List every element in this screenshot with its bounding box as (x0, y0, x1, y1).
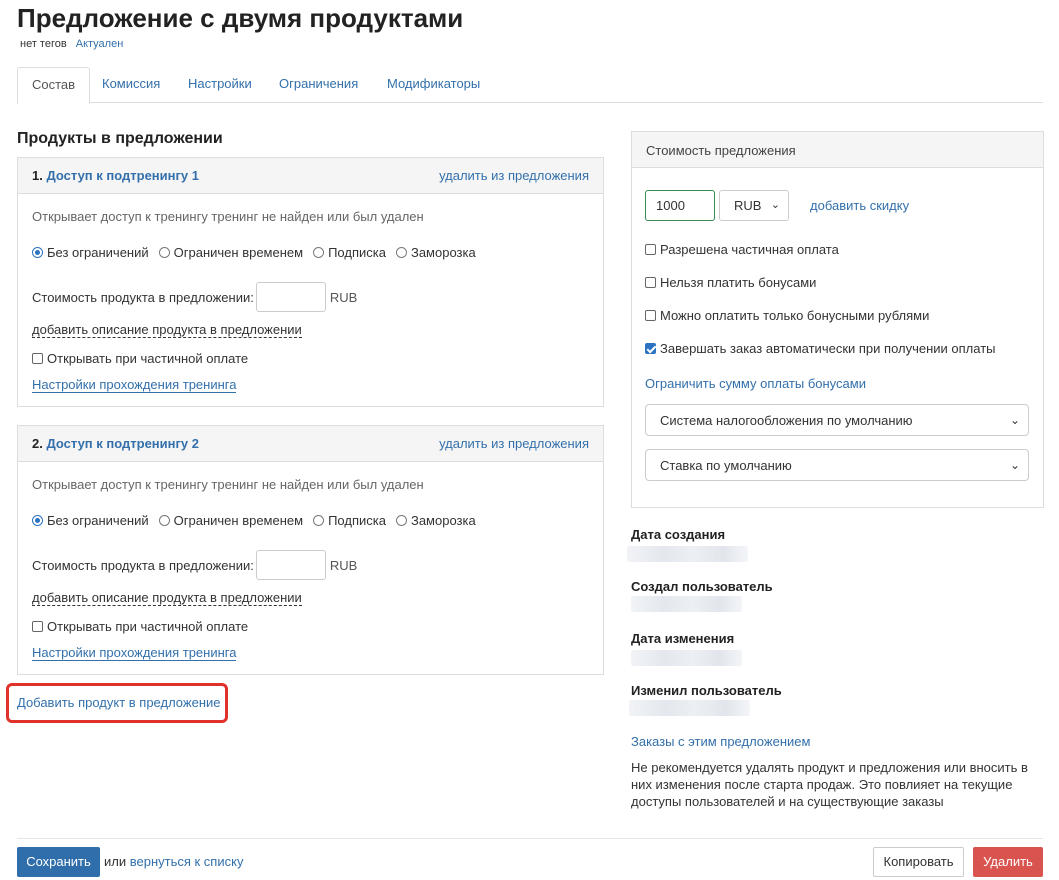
radio-time-limited[interactable]: Ограничен временем (158, 245, 303, 260)
orders-link[interactable]: Заказы с этим предложением (631, 734, 810, 749)
product-name-link[interactable]: Доступ к подтренингу 2 (46, 436, 199, 451)
option-partial-payment[interactable]: Разрешена частичная оплата (645, 242, 839, 257)
tags-line: нет тегов Актуален (20, 38, 123, 50)
tab-composition[interactable]: Состав (17, 67, 91, 104)
created-by-label: Создал пользователь (631, 579, 773, 594)
cost-panel: Стоимость предложения 1000 RUB ⌄ добавит… (631, 131, 1044, 508)
status-link[interactable]: Актуален (76, 38, 124, 50)
product-price-currency: RUB (329, 289, 358, 305)
limit-bonus-link[interactable]: Ограничить сумму оплаты бонусами (645, 376, 866, 391)
product-panel-header: 2. Доступ к подтренингу 2 удалить из пре… (18, 426, 603, 462)
tab-modifiers[interactable]: Модификаторы (373, 67, 494, 103)
radio-subscription[interactable]: Подписка (313, 513, 386, 528)
product-price-input[interactable] (255, 282, 326, 312)
tab-commission[interactable]: Комиссия (88, 67, 174, 103)
product-panel-2: 2. Доступ к подтренингу 2 удалить из пре… (17, 425, 604, 675)
page-title: Предложение с двумя продуктами (17, 3, 464, 33)
product-price-row: Стоимость продукта в предложении: RUB (32, 550, 357, 580)
radio-button-icon (158, 247, 170, 258)
option-bonus-only[interactable]: Можно оплатить только бонусными рублями (645, 308, 929, 323)
checkbox-checked-icon (645, 343, 656, 354)
cost-panel-title: Стоимость предложения (632, 132, 1043, 168)
product-panel-1: 1. Доступ к подтренингу 1 удалить из пре… (17, 157, 604, 407)
radio-button-icon (32, 247, 43, 258)
radio-unlimited[interactable]: Без ограничений (32, 513, 149, 528)
radio-button-icon (313, 515, 325, 526)
blurred-value (629, 700, 750, 716)
created-date-label: Дата создания (631, 527, 726, 542)
radio-button-icon (395, 515, 407, 526)
tax-system-select[interactable]: Система налогообложения по умолчанию ⌄ (645, 404, 1029, 436)
chevron-down-icon: ⌄ (770, 199, 780, 211)
blurred-value (627, 546, 748, 562)
product-name-link[interactable]: Доступ к подтренингу 1 (46, 168, 199, 183)
checkbox-icon (32, 353, 43, 364)
or-text: или (104, 854, 127, 869)
radio-time-limited[interactable]: Ограничен временем (158, 513, 303, 528)
product-panel-header: 1. Доступ к подтренингу 1 удалить из пре… (18, 158, 603, 194)
option-no-bonus-payment[interactable]: Нельзя платить бонусами (645, 275, 816, 290)
tab-settings[interactable]: Настройки (174, 67, 266, 103)
footer-divider (17, 838, 1043, 839)
warning-text: Не рекомендуется удалять продукт и предл… (631, 760, 1028, 809)
chevron-down-icon: ⌄ (1009, 458, 1020, 472)
radio-freeze[interactable]: Заморозка (395, 513, 476, 528)
remove-product-link[interactable]: удалить из предложения (439, 436, 589, 451)
blurred-value (631, 596, 742, 612)
radio-button-icon (32, 515, 43, 526)
checkbox-icon (32, 621, 43, 632)
product-price-label: Стоимость продукта в предложении: (32, 289, 254, 305)
add-product-link[interactable]: Добавить продукт в предложение (17, 695, 221, 710)
radio-button-icon (158, 515, 170, 526)
products-section-title: Продукты в предложении (17, 130, 223, 147)
product-price-label: Стоимость продукта в предложении: (32, 557, 254, 573)
modified-date-label: Дата изменения (631, 631, 735, 646)
checkbox-icon (645, 277, 656, 288)
add-discount-link[interactable]: добавить скидку (810, 198, 909, 213)
add-product-description-link[interactable]: добавить описание продукта в предложении (32, 590, 302, 606)
partial-payment-checkbox[interactable]: Открывать при частичной оплате (32, 351, 248, 366)
currency-select[interactable]: RUB ⌄ (719, 190, 789, 221)
offer-price-input[interactable]: 1000 (645, 190, 715, 221)
radio-subscription[interactable]: Подписка (313, 245, 386, 260)
back-to-list-link[interactable]: вернуться к списку (130, 854, 244, 869)
product-number: 1. (32, 168, 43, 183)
tabs-bar: Состав Комиссия Настройки Ограничения Мо… (17, 67, 1043, 104)
tab-restrictions[interactable]: Ограничения (265, 67, 372, 103)
access-type-radio-group: Без ограничений Ограничен временем Подпи… (32, 513, 486, 528)
tags-text: нет тегов (20, 38, 67, 50)
remove-product-link[interactable]: удалить из предложения (439, 168, 589, 183)
radio-freeze[interactable]: Заморозка (395, 245, 476, 260)
product-price-row: Стоимость продукта в предложении: RUB (32, 282, 357, 312)
product-description: Открывает доступ к тренингу тренинг не н… (32, 477, 424, 492)
copy-button[interactable]: Копировать (873, 847, 964, 877)
add-product-description-link[interactable]: добавить описание продукта в предложении (32, 322, 302, 338)
tax-rate-select[interactable]: Ставка по умолчанию ⌄ (645, 449, 1029, 481)
product-number: 2. (32, 436, 43, 451)
footer-or-line: или вернуться к списку (104, 854, 243, 869)
delete-button[interactable]: Удалить (973, 847, 1043, 877)
training-settings-link[interactable]: Настройки прохождения тренинга (32, 645, 237, 661)
checkbox-icon (645, 310, 656, 321)
product-description: Открывает доступ к тренингу тренинг не н… (32, 209, 424, 224)
radio-unlimited[interactable]: Без ограничений (32, 245, 149, 260)
radio-button-icon (313, 247, 325, 258)
product-price-input[interactable] (255, 550, 326, 580)
checkbox-icon (645, 244, 656, 255)
radio-button-icon (395, 247, 407, 258)
save-button[interactable]: Сохранить (17, 847, 100, 877)
product-price-currency: RUB (329, 557, 358, 573)
currency-value: RUB (734, 198, 762, 213)
option-auto-complete[interactable]: Завершать заказ автоматически при получе… (645, 341, 996, 356)
modified-by-label: Изменил пользователь (631, 683, 782, 698)
partial-payment-checkbox[interactable]: Открывать при частичной оплате (32, 619, 248, 634)
blurred-value (631, 650, 742, 666)
chevron-down-icon: ⌄ (1009, 413, 1020, 427)
access-type-radio-group: Без ограничений Ограничен временем Подпи… (32, 245, 486, 260)
training-settings-link[interactable]: Настройки прохождения тренинга (32, 377, 237, 393)
